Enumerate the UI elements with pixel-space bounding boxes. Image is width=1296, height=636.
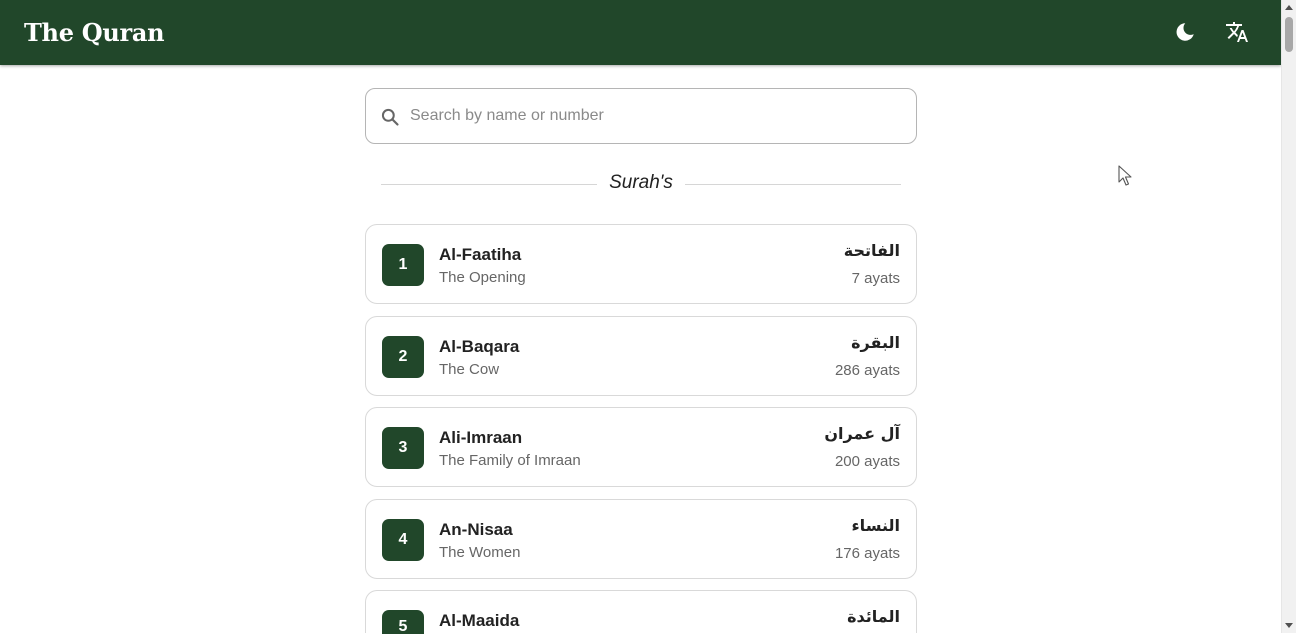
app-title[interactable]: The Quran bbox=[24, 18, 165, 47]
scrollbar-thumb[interactable] bbox=[1285, 17, 1293, 52]
search-box bbox=[365, 88, 917, 144]
surah-arabic-name: البقرة bbox=[851, 333, 900, 352]
surah-meaning: The Cow bbox=[439, 361, 500, 378]
surah-arabic-name: آل عمران bbox=[824, 424, 900, 443]
surah-card[interactable]: 3 Ali-Imraan The Family of Imraan آل عمر… bbox=[365, 407, 917, 487]
surah-meaning: The Opening bbox=[439, 269, 526, 286]
vertical-scrollbar[interactable] bbox=[1281, 0, 1296, 633]
surah-number: 4 bbox=[382, 519, 424, 561]
section-divider: Surah's bbox=[381, 168, 901, 200]
surah-card[interactable]: 1 Al-Faatiha The Opening الفاتحة 7 ayats bbox=[365, 224, 917, 304]
surah-meaning: The Women bbox=[439, 544, 521, 561]
search-icon bbox=[381, 108, 399, 126]
surah-number: 1 bbox=[382, 244, 424, 286]
surah-card[interactable]: 2 Al-Baqara The Cow البقرة 286 ayats bbox=[365, 316, 917, 396]
surah-name: An-Nisaa bbox=[439, 520, 513, 539]
surah-meaning: The Family of Imraan bbox=[439, 452, 581, 469]
surah-name: Al-Maaida bbox=[439, 611, 520, 630]
surah-number: 3 bbox=[382, 427, 424, 469]
surah-ayat-count: 200 ayats bbox=[834, 453, 900, 470]
search-input[interactable] bbox=[410, 89, 900, 143]
surah-ayat-count: 286 ayats bbox=[834, 362, 900, 379]
language-button[interactable] bbox=[1217, 12, 1257, 52]
surah-ayat-count: 7 ayats bbox=[851, 270, 900, 287]
scroll-down-icon[interactable] bbox=[1285, 623, 1293, 628]
surah-arabic-name: الفاتحة bbox=[843, 241, 900, 260]
translate-icon bbox=[1226, 22, 1248, 42]
surah-name: Ali-Imraan bbox=[439, 428, 523, 447]
moon-icon bbox=[1176, 23, 1194, 41]
mouse-pointer-icon bbox=[1118, 165, 1132, 186]
app-header: The Quran bbox=[0, 0, 1281, 65]
surah-name: Al-Faatiha bbox=[439, 245, 522, 264]
surah-number: 5 bbox=[382, 610, 424, 635]
scroll-up-icon[interactable] bbox=[1285, 5, 1293, 10]
surah-card[interactable]: 4 An-Nisaa The Women النساء 176 ayats bbox=[365, 499, 917, 579]
section-title: Surah's bbox=[609, 172, 673, 193]
surah-card[interactable]: 5 Al-Maaida المائدة bbox=[365, 590, 917, 635]
surah-number: 2 bbox=[382, 336, 424, 378]
surah-arabic-name: النساء bbox=[851, 516, 901, 535]
theme-toggle-button[interactable] bbox=[1165, 12, 1205, 52]
surah-arabic-name: المائدة bbox=[847, 607, 900, 626]
surah-name: Al-Baqara bbox=[439, 337, 520, 356]
surah-ayat-count: 176 ayats bbox=[834, 545, 900, 562]
